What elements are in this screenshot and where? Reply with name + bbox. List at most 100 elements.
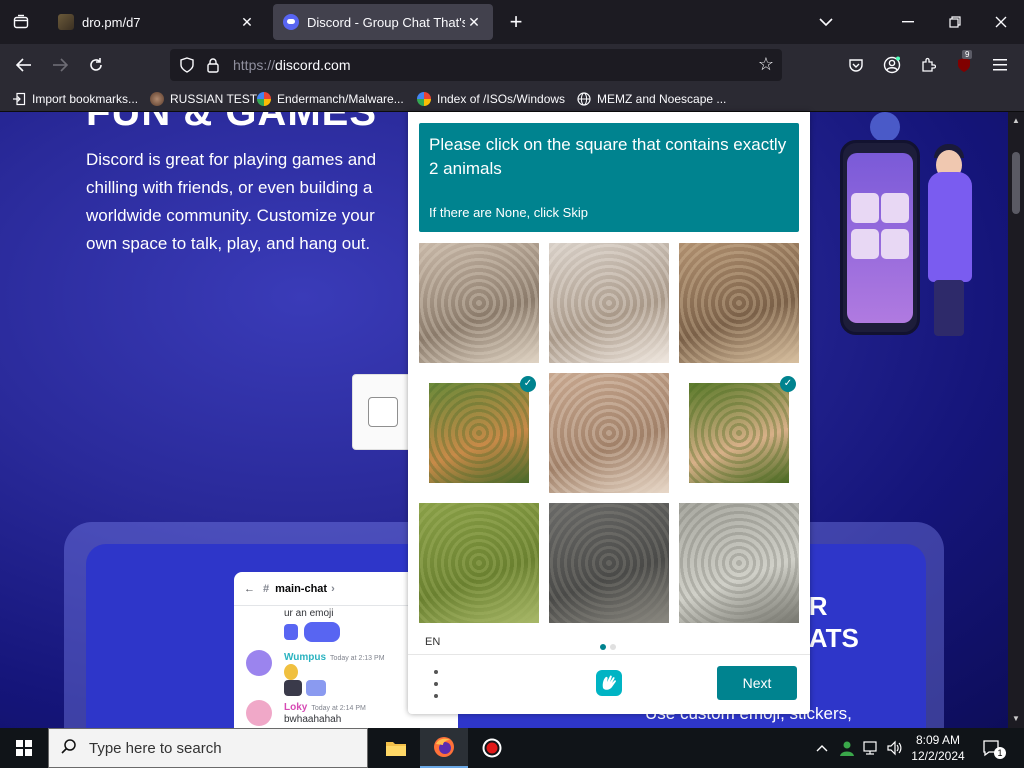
bookmark-label: Endermanch/Malware... <box>277 92 404 106</box>
back-button[interactable] <box>10 51 38 79</box>
lock-icon[interactable] <box>205 57 221 73</box>
bookmark-label: MEMZ and Noescape ... <box>597 92 727 106</box>
captcha-tile-image <box>429 383 529 483</box>
url-text[interactable]: https://discord.com <box>233 57 351 73</box>
hash-icon: # <box>263 582 270 595</box>
google-icon <box>417 92 431 106</box>
tile-dog-chair[interactable] <box>549 503 669 623</box>
emoji-sticker <box>306 680 326 696</box>
chevron-right-icon: › <box>331 582 335 595</box>
chat-message-text: ur an emoji <box>284 608 334 619</box>
captcha-hint: If there are None, click Skip <box>429 205 588 220</box>
windows-taskbar: 8:09 AM 12/2/2024 1 <box>0 728 1024 768</box>
extensions-puzzle-icon[interactable] <box>914 51 942 79</box>
system-clock[interactable]: 8:09 AM 12/2/2024 <box>908 732 968 764</box>
bookmark-russian-test[interactable]: RUSSIAN TEST <box>150 90 257 108</box>
bookmark-label: Import bookmarks... <box>32 92 139 106</box>
bookmark-label: Index of /ISOs/Windows <box>437 92 566 106</box>
tab-discord[interactable]: Discord - Group Chat That's All Fun & Ga… <box>273 4 493 40</box>
ublock-origin-icon[interactable]: 9 <box>950 50 978 79</box>
captcha-challenge: Please click on the square that contains… <box>408 112 810 714</box>
import-icon <box>13 92 26 106</box>
scroll-down-icon[interactable]: ▼ <box>1012 714 1020 723</box>
close-tab-icon[interactable]: ✕ <box>238 14 256 31</box>
forward-button[interactable] <box>46 51 74 79</box>
captcha-tile-image <box>419 503 539 623</box>
captcha-checkbox[interactable] <box>368 397 398 427</box>
tile-two-puppies-2[interactable]: ✓ <box>679 373 799 493</box>
start-button[interactable] <box>0 728 48 768</box>
language-selector[interactable]: EN <box>425 636 440 648</box>
captcha-footer-divider <box>408 654 810 655</box>
notification-center-icon[interactable]: 1 <box>982 728 1006 768</box>
forward-arrow-icon <box>53 58 68 72</box>
account-icon[interactable] <box>878 51 906 79</box>
tile-kitchen-bird[interactable] <box>549 243 669 363</box>
network-icon[interactable] <box>862 728 880 768</box>
discord-favicon-icon <box>283 14 299 30</box>
captcha-tile-image <box>549 373 669 493</box>
tile-grass-bird[interactable] <box>419 503 539 623</box>
next-button[interactable]: Next <box>717 666 797 700</box>
captcha-tile-image <box>679 503 799 623</box>
bookmark-import[interactable]: Import bookmarks... <box>12 90 138 108</box>
hcaptcha-hand-logo-icon[interactable] <box>594 668 624 698</box>
tab-list-icon <box>13 14 29 29</box>
tile-room-dog[interactable] <box>419 243 539 363</box>
reload-button[interactable] <box>82 51 110 79</box>
restore-window-button[interactable] <box>935 8 975 36</box>
hamburger-menu-icon[interactable] <box>986 51 1014 79</box>
channel-name: main-chat <box>275 582 328 595</box>
windows-logo-icon <box>16 740 32 756</box>
wumpus-sticker <box>304 622 340 642</box>
list-all-tabs-chevron-down-icon[interactable] <box>806 8 846 36</box>
captcha-prompt-header: Please click on the square that contains… <box>419 123 799 232</box>
user-tray-icon[interactable] <box>838 728 856 768</box>
captcha-menu-icon[interactable] <box>428 670 444 698</box>
tab-dro-pm[interactable]: dro.pm/d7 ✕ <box>48 4 266 40</box>
page-scrollbar[interactable]: ▲ ▼ <box>1008 112 1024 728</box>
scroll-up-icon[interactable]: ▲ <box>1012 116 1020 125</box>
recorder-taskbar-button[interactable] <box>468 728 516 768</box>
tab-title: Discord - Group Chat That's All Fun & Ga… <box>307 14 465 30</box>
address-bar[interactable]: https://discord.com ☆ <box>170 49 782 81</box>
tile-restaurant[interactable] <box>679 243 799 363</box>
close-window-button[interactable] <box>981 8 1021 36</box>
tile-cafe-pattern[interactable] <box>549 373 669 493</box>
extension-badge: 9 <box>962 50 973 59</box>
challenge-page-indicator <box>600 637 620 655</box>
check-icon: ✓ <box>520 376 536 392</box>
bookmark-star-icon[interactable]: ☆ <box>758 54 774 75</box>
minimize-window-button[interactable] <box>888 8 928 36</box>
globe-icon <box>577 92 591 106</box>
show-hidden-icons-chevron-up-icon[interactable] <box>816 728 828 768</box>
captcha-prompt: Please click on the square that contains… <box>429 135 787 178</box>
bookmark-endermanch[interactable]: Endermanch/Malware... <box>257 90 404 108</box>
firefox-taskbar-button[interactable] <box>420 728 468 768</box>
tile-couch-birds[interactable] <box>679 503 799 623</box>
search-input[interactable] <box>89 739 349 757</box>
back-arrow-icon: ← <box>244 582 255 595</box>
tile-two-puppies-1[interactable]: ✓ <box>419 373 539 493</box>
file-explorer-button[interactable] <box>372 728 420 768</box>
scrollbar-thumb[interactable] <box>1012 152 1020 214</box>
reload-icon <box>90 58 102 71</box>
bookmark-isos[interactable]: Index of /ISOs/Windows <box>417 90 565 108</box>
pocket-icon[interactable] <box>842 51 870 79</box>
tracking-protection-shield-icon[interactable] <box>179 57 195 73</box>
bookmark-memz[interactable]: MEMZ and Noescape ... <box>577 90 726 108</box>
new-tab-button[interactable]: + <box>502 8 530 36</box>
hero-text: Discord is great for playing games and c… <box>86 150 377 253</box>
captcha-tile-image <box>679 243 799 363</box>
avatar <box>246 700 272 726</box>
taskbar-search[interactable] <box>48 728 368 768</box>
captcha-tile-image <box>549 243 669 363</box>
volume-icon[interactable] <box>886 728 902 768</box>
clock-time: 8:09 AM <box>915 733 961 747</box>
page-dot-active <box>600 644 606 650</box>
close-tab-icon[interactable]: ✕ <box>465 14 483 31</box>
tab-list-button[interactable] <box>0 0 42 44</box>
hero-title: FUN & GAMES <box>86 112 377 134</box>
search-icon <box>61 738 77 759</box>
dro-pm-favicon-icon <box>58 14 74 30</box>
